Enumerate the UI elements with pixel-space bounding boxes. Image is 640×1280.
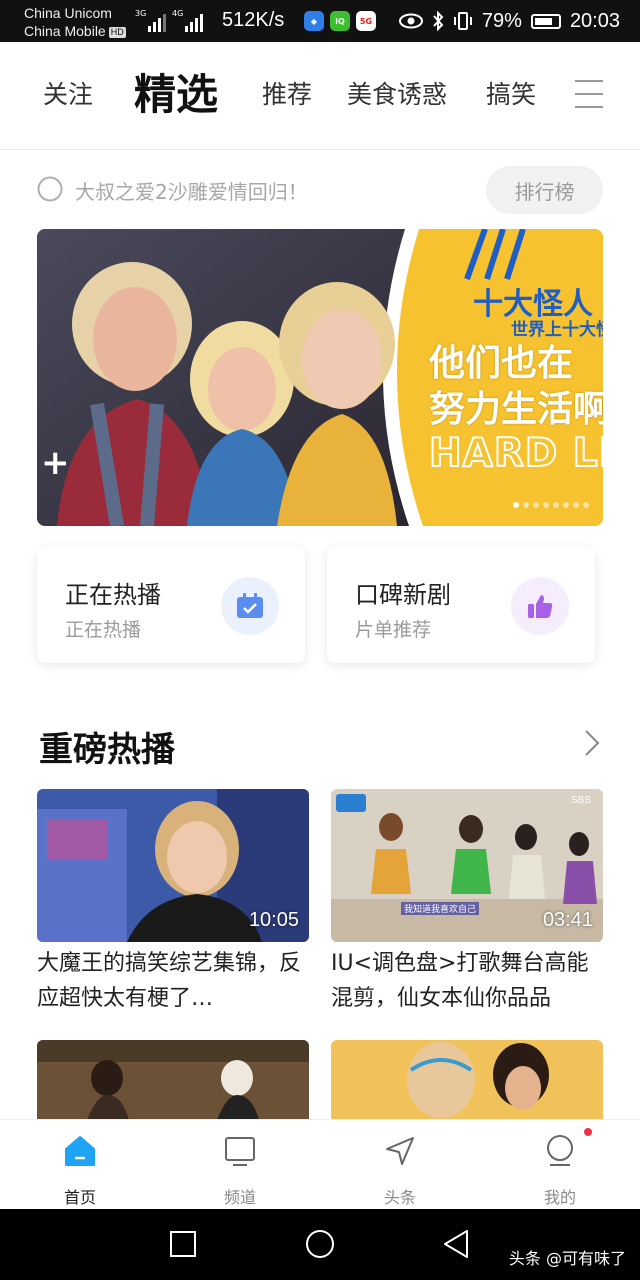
recent-apps-icon[interactable] bbox=[170, 1231, 196, 1257]
menu-icon[interactable] bbox=[575, 80, 603, 110]
banner-plus: + bbox=[41, 443, 70, 483]
back-icon[interactable] bbox=[442, 1229, 470, 1259]
carrier-2: China Mobile bbox=[24, 23, 106, 39]
system-navigation-bar: 头条 @可有味了 bbox=[0, 1209, 640, 1280]
home-button-icon[interactable] bbox=[305, 1229, 335, 1259]
status-right: 79% 20:03 bbox=[398, 8, 620, 34]
carousel-dot bbox=[533, 502, 539, 508]
card-subtitle: 正在热播 bbox=[65, 619, 142, 641]
video-duration: 03:41 bbox=[542, 909, 593, 931]
chevron-right-icon[interactable] bbox=[582, 728, 602, 758]
ranking-button[interactable]: 排行榜 bbox=[486, 166, 603, 214]
carrier-info: China Unicom China Mobile HD bbox=[24, 4, 126, 40]
carousel-dot bbox=[553, 502, 559, 508]
nav-label: 首页 bbox=[63, 1188, 96, 1207]
5g-app-icon: 5G bbox=[356, 11, 376, 31]
nav-profile[interactable]: 我的 bbox=[480, 1120, 640, 1210]
carousel-dot bbox=[543, 502, 549, 508]
watermark: 头条 @可有味了 bbox=[508, 1249, 626, 1268]
bottom-navigation: 首页 频道 头条 我的 bbox=[0, 1119, 640, 1209]
carousel-dot bbox=[583, 502, 589, 508]
video-thumbnail-image bbox=[331, 1040, 603, 1120]
iqiyi-app-icon: iQ bbox=[330, 11, 350, 31]
video-thumbnail-image bbox=[37, 1040, 309, 1120]
card-title: 口碑新剧 bbox=[355, 581, 451, 609]
tv-icon bbox=[225, 1137, 255, 1166]
carousel-dot bbox=[523, 502, 529, 508]
card-subtitle: 片单推荐 bbox=[355, 619, 432, 641]
status-bar: China Unicom China Mobile HD 3G 4G 512K/s… bbox=[0, 0, 640, 42]
video-thumbnail[interactable]: SBS 我知道我喜欢自己 03:41 bbox=[331, 789, 603, 942]
hd-badge: HD bbox=[108, 26, 126, 38]
video-caption: 我知道我喜欢自己 bbox=[401, 902, 480, 915]
search-bar[interactable]: 大叔之爱2沙雕爱情回归！ bbox=[37, 168, 477, 212]
network-speed: 512K/s bbox=[222, 9, 285, 31]
carousel-dot bbox=[513, 502, 519, 508]
nav-label: 我的 bbox=[543, 1188, 576, 1207]
tab-recommend[interactable]: 推荐 bbox=[262, 78, 312, 112]
signal-4g-icon: 4G bbox=[172, 10, 205, 32]
thumbs-up-icon bbox=[511, 577, 569, 635]
carousel-indicator bbox=[513, 502, 589, 508]
profile-icon bbox=[547, 1135, 573, 1166]
bluetooth-icon bbox=[433, 11, 444, 31]
nav-label: 频道 bbox=[223, 1188, 256, 1207]
signal-3g-icon: 3G bbox=[135, 10, 168, 32]
tab-featured[interactable]: 精选 bbox=[134, 68, 218, 122]
search-placeholder: 大叔之爱2沙雕爱情回归！ bbox=[75, 179, 308, 204]
hero-banner[interactable]: 十大怪人 世界上十大怪人 他们也在 努力生活啊 HARD LIFE + bbox=[37, 229, 603, 526]
video-thumbnail[interactable] bbox=[331, 1040, 603, 1120]
calendar-check-icon bbox=[221, 577, 279, 635]
banner-line-3: 他们也在 bbox=[429, 343, 574, 384]
battery-percent: 79% bbox=[481, 9, 522, 32]
notification-badge bbox=[584, 1128, 592, 1136]
card-popular-series[interactable]: 口碑新剧 片单推荐 bbox=[327, 547, 595, 663]
carousel-dot bbox=[563, 502, 569, 508]
broadcaster-logo: SBS bbox=[570, 795, 591, 806]
navigation-arrow-icon bbox=[386, 1137, 414, 1165]
carrier-1: China Unicom bbox=[24, 5, 112, 21]
video-thumbnail[interactable]: 10:05 bbox=[37, 789, 309, 942]
tab-follow[interactable]: 关注 bbox=[43, 78, 93, 112]
section-title: 重磅热播 bbox=[39, 730, 175, 770]
banner-line-5: HARD LIFE bbox=[428, 430, 603, 477]
nav-channels[interactable]: 频道 bbox=[160, 1120, 320, 1210]
video-duration: 10:05 bbox=[248, 909, 299, 931]
home-icon bbox=[65, 1136, 95, 1166]
nav-headlines[interactable]: 头条 bbox=[320, 1120, 480, 1210]
top-tab-bar: 关注 精选 推荐 美食诱惑 搞笑 bbox=[0, 42, 640, 150]
clock: 20:03 bbox=[569, 9, 620, 32]
tab-food[interactable]: 美食诱惑 bbox=[347, 78, 447, 112]
card-title: 正在热播 bbox=[65, 581, 161, 609]
video-title[interactable]: 大魔王的搞笑综艺集锦，反应超快太有梗了… bbox=[37, 946, 311, 1016]
carousel-dot bbox=[573, 502, 579, 508]
nav-home[interactable]: 首页 bbox=[0, 1120, 160, 1210]
tab-funny[interactable]: 搞笑 bbox=[486, 78, 536, 112]
banner-line-4: 努力生活啊 bbox=[429, 389, 603, 430]
banner-subheadline: 世界上十大怪人 bbox=[511, 320, 603, 340]
nav-label: 头条 bbox=[383, 1188, 416, 1207]
shield-app-icon: ◆ bbox=[304, 11, 324, 31]
search-icon bbox=[37, 176, 63, 202]
video-title[interactable]: IU<调色盘>打歌舞台高能混剪，仙女本仙你品品 bbox=[331, 946, 605, 1016]
video-thumbnail[interactable] bbox=[37, 1040, 309, 1120]
card-now-playing[interactable]: 正在热播 正在热播 bbox=[37, 547, 305, 663]
vibrate-icon bbox=[453, 12, 472, 30]
eye-icon bbox=[398, 13, 423, 29]
battery-icon bbox=[530, 13, 561, 29]
